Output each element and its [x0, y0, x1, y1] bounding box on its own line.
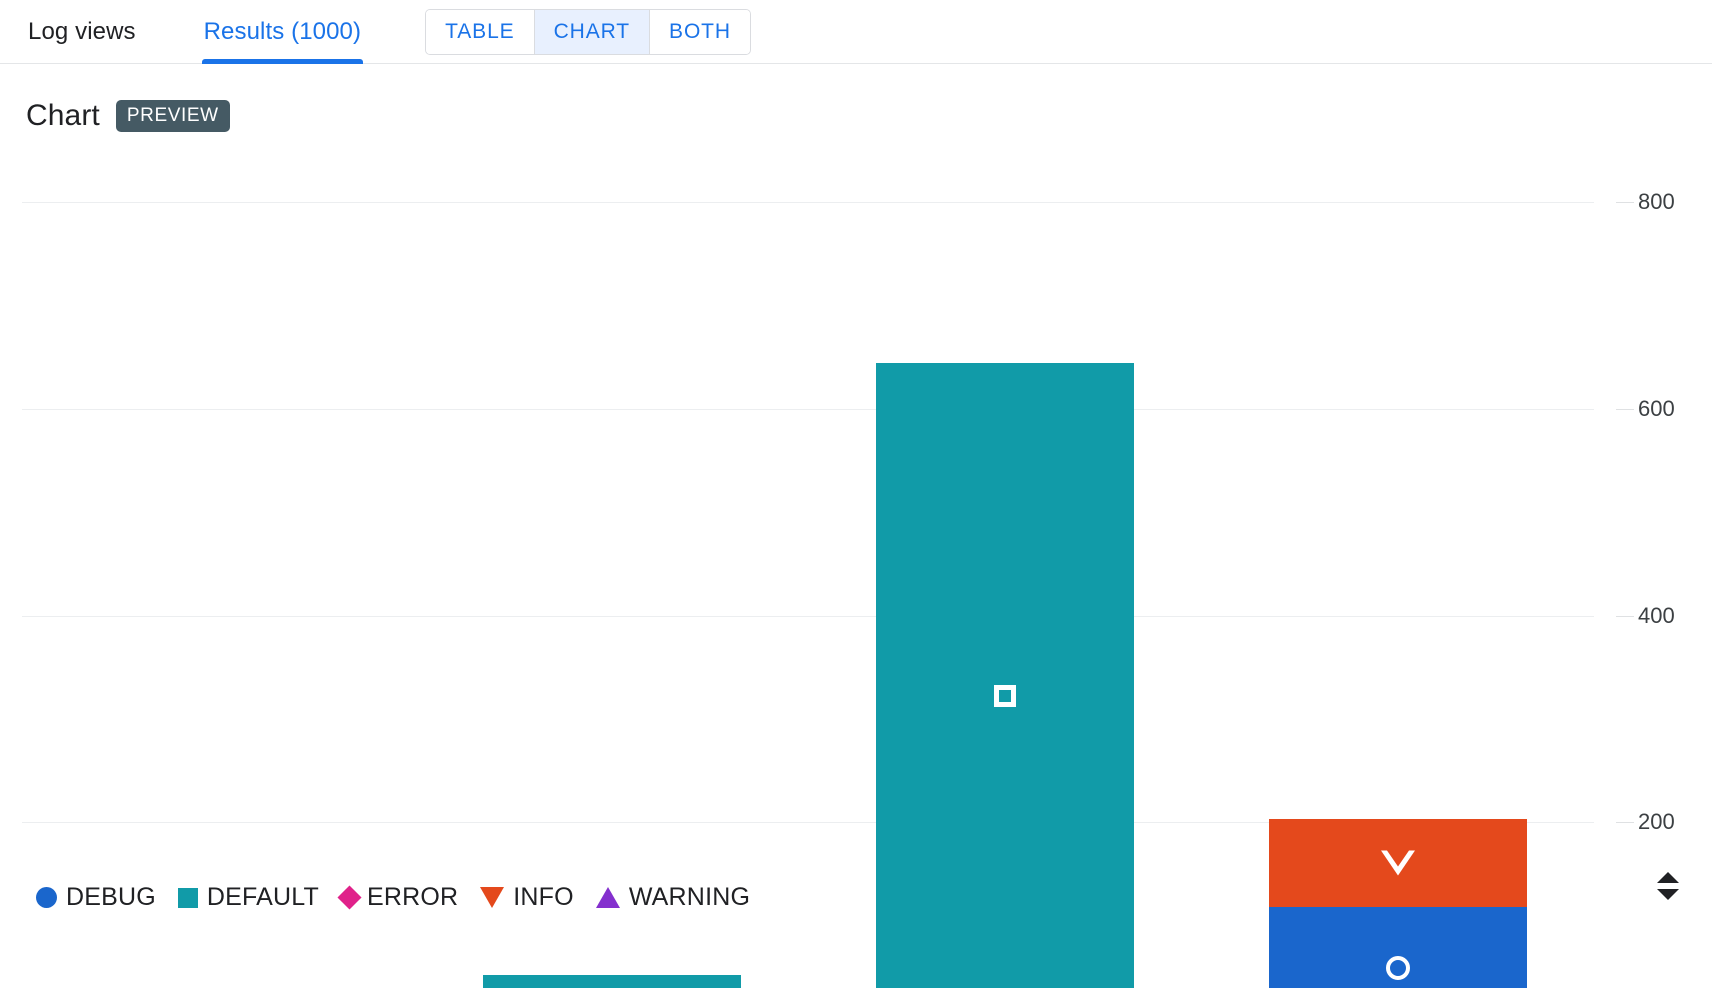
circle-marker-icon: [36, 887, 57, 908]
y-tick-mark: [1616, 822, 1634, 824]
triangle-up-marker-icon: [595, 887, 620, 908]
bar-segment[interactable]: [1268, 907, 1527, 988]
legend-label: ERROR: [366, 883, 459, 911]
circle-marker-icon: [1385, 956, 1410, 981]
triangle-down-marker-icon: [1380, 850, 1415, 876]
tab-results-label: Results (1000): [203, 17, 362, 45]
diamond-marker-icon: [337, 885, 362, 910]
legend-label: DEFAULT: [206, 883, 319, 911]
tab-active-underline: [201, 58, 364, 64]
legend-item[interactable]: DEFAULT: [177, 883, 319, 912]
bar-segment[interactable]: [875, 363, 1134, 988]
plot-region: 0200400600800gce_instance_group_managerg…: [22, 189, 1675, 988]
y-tick-mark: [1616, 202, 1634, 203]
chart-header: Chart PREVIEW: [0, 64, 1712, 142]
chart-area: 0200400600800gce_instance_group_managerg…: [0, 142, 1712, 988]
y-tick-label: 600: [1638, 395, 1675, 421]
gridline: [22, 202, 1594, 203]
triangle-down-marker-icon: [480, 887, 505, 908]
chart-legend: DEBUG DEFAULT ERROR INFO WARNING: [36, 883, 750, 912]
tab-log-views-label: Log views: [28, 17, 136, 45]
view-toggle-chart[interactable]: CHART: [534, 9, 651, 54]
legend-item[interactable]: INFO: [480, 883, 574, 912]
view-toggle-table[interactable]: TABLE: [426, 9, 535, 54]
bar-group[interactable]: k8s_cluster: [875, 363, 1134, 988]
page-title: Chart: [26, 99, 100, 132]
bar-group[interactable]: k8s_container: [1268, 819, 1527, 988]
y-tick-mark: [1616, 408, 1634, 410]
top-tab-bar: Log views Results (1000) TABLE CHART BOT…: [0, 0, 1712, 64]
legend-label: INFO: [513, 883, 574, 911]
legend-label: DEBUG: [66, 883, 156, 911]
view-toggle-both[interactable]: BOTH: [650, 9, 750, 54]
legend-item[interactable]: WARNING: [595, 883, 751, 912]
y-tick-label: 800: [1638, 189, 1675, 214]
expand-collapse-icon[interactable]: [1646, 862, 1690, 910]
y-tick-label: 200: [1638, 809, 1675, 835]
square-marker-icon: [177, 887, 198, 908]
bar-segment[interactable]: [1268, 819, 1527, 908]
legend-item[interactable]: ERROR: [337, 883, 459, 912]
bar-group[interactable]: gce_subnetwork: [482, 975, 741, 988]
view-toggle-group: TABLE CHART BOTH: [425, 8, 751, 55]
tab-results[interactable]: Results (1000): [201, 0, 364, 64]
tab-log-views[interactable]: Log views: [26, 0, 138, 64]
legend-item[interactable]: DEBUG: [36, 883, 156, 912]
chevron-down-icon: [1657, 889, 1679, 900]
bar-segment[interactable]: [482, 975, 741, 988]
y-tick-mark: [1616, 615, 1634, 617]
chevron-up-icon: [1657, 872, 1679, 883]
gridline: [22, 408, 1594, 410]
preview-badge: PREVIEW: [115, 100, 230, 132]
square-marker-icon: [993, 685, 1016, 708]
legend-label: WARNING: [628, 883, 751, 911]
y-tick-label: 400: [1638, 602, 1675, 628]
gridline: [22, 615, 1594, 617]
